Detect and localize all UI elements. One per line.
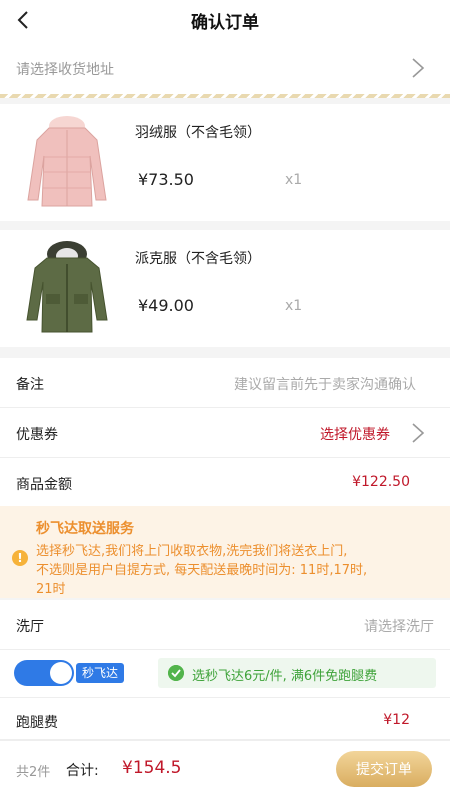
checkout-footer: 共2件 合计: ¥154.5 提交订单 (0, 740, 450, 800)
total-label: 合计: (66, 763, 99, 779)
laundry-row[interactable]: 洗厅 请选择洗厅 (0, 600, 450, 650)
delivery-toggle[interactable] (14, 660, 74, 686)
submit-order-button[interactable]: 提交订单 (336, 751, 432, 787)
laundry-label: 洗厅 (16, 619, 44, 635)
goods-amount-row: 商品金额 ¥122.50 (0, 458, 450, 508)
green-parka-image (26, 241, 108, 333)
pink-down-jacket-image (27, 116, 107, 207)
address-placeholder: 请选择收货地址 (16, 62, 114, 78)
notice-line: 不选则是用户自提方式, 每天配送最晚时间为: 11时,17时, (36, 563, 368, 578)
product-price: ¥73.50 (138, 170, 194, 189)
page-title: 确认订单 (191, 13, 259, 33)
product-card[interactable]: 派克服（不含毛领） ¥49.00 x1 (0, 230, 450, 347)
address-divider (0, 94, 450, 98)
warning-icon: ! (12, 550, 28, 566)
coupon-select[interactable]: 选择优惠券 (320, 424, 390, 444)
remark-label: 备注 (16, 377, 44, 393)
remark-row[interactable]: 备注 建议留言前先于卖家沟通确认 (0, 358, 450, 408)
product-name: 派克服（不含毛领） (135, 251, 261, 267)
product-card[interactable]: 羽绒服（不含毛领） ¥73.50 x1 (0, 104, 450, 221)
delivery-notice: ! 秒飞达取送服务 选择秒飞达,我们将上门收取衣物,洗完我们将送衣上门, 不选则… (0, 506, 450, 598)
coupon-label: 优惠券 (16, 427, 58, 443)
address-selector[interactable]: 请选择收货地址 (0, 42, 450, 94)
goods-amount-label: 商品金额 (16, 477, 72, 493)
errand-fee-row: 跑腿费 ¥12 (0, 698, 450, 740)
toggle-knob (50, 662, 72, 684)
notice-title: 秒飞达取送服务 (36, 521, 134, 537)
delivery-tag: 秒飞达 (76, 663, 125, 683)
goods-amount-value: ¥122.50 (352, 474, 410, 490)
product-name: 羽绒服（不含毛领） (135, 125, 261, 141)
check-circle-icon (168, 665, 184, 681)
coupon-row[interactable]: 优惠券 选择优惠券 (0, 408, 450, 458)
product-quantity: x1 (285, 298, 303, 314)
promo-banner: 选秒飞达6元/件, 满6件免跑腿费 (158, 658, 436, 688)
errand-fee-label: 跑腿费 (16, 715, 58, 731)
product-price: ¥49.00 (138, 296, 194, 315)
chevron-right-icon (412, 58, 425, 78)
product-quantity: x1 (285, 172, 303, 188)
notice-line: 选择秒飞达,我们将上门收取衣物,洗完我们将送衣上门, (36, 544, 348, 559)
errand-fee-value: ¥12 (383, 712, 410, 728)
header-bar: 确认订单 (0, 0, 450, 42)
laundry-select[interactable]: 请选择洗厅 (364, 616, 434, 636)
delivery-toggle-row: 秒飞达 选秒飞达6元/件, 满6件免跑腿费 (0, 650, 450, 698)
chevron-right-icon (412, 423, 425, 443)
promo-text: 选秒飞达6元/件, 满6件免跑腿费 (192, 669, 378, 684)
item-count: 共2件 (16, 765, 51, 780)
remark-input[interactable]: 建议留言前先于卖家沟通确认 (234, 374, 416, 394)
total-value: ¥154.5 (122, 758, 182, 778)
notice-line: 21时 (36, 582, 66, 597)
